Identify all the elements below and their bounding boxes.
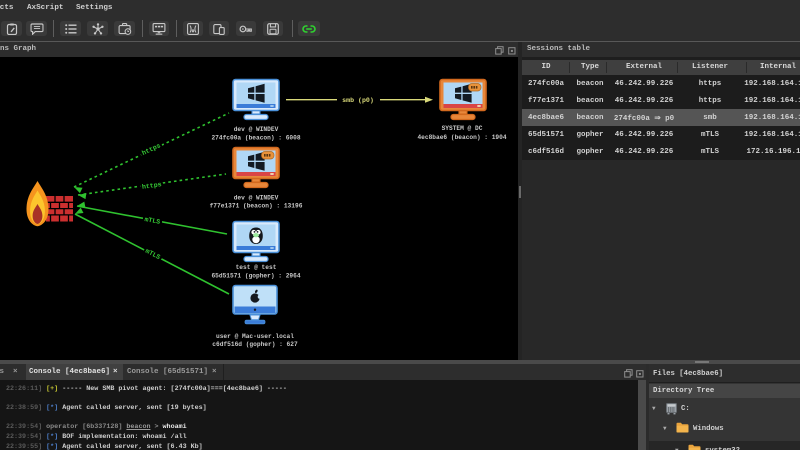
svg-text:dev @ WINDEV: dev @ WINDEV (234, 194, 279, 201)
svg-text:4ec8bae6 (beacon) : 1904: 4ec8bae6 (beacon) : 1904 (417, 134, 506, 141)
svg-text:mTLS: mTLS (144, 216, 161, 226)
svg-text:c6df516d (gopher) : 627: c6df516d (gopher) : 627 (212, 341, 298, 348)
svg-text:https: https (141, 142, 162, 157)
svg-text:SYSTEM @ DC: SYSTEM @ DC (442, 125, 483, 132)
svg-text:smb (p0): smb (p0) (342, 97, 374, 104)
svg-text:mTLS: mTLS (144, 248, 161, 262)
svg-text:f77e1371 (beacon) : 13196: f77e1371 (beacon) : 13196 (210, 203, 303, 210)
svg-text:user @ Mac-user.local: user @ Mac-user.local (216, 333, 294, 340)
svg-text:65d51571 (gopher) : 2964: 65d51571 (gopher) : 2964 (211, 273, 300, 280)
svg-text:https: https (141, 181, 162, 191)
svg-text:dev @ WINDEV: dev @ WINDEV (234, 126, 279, 133)
svg-text:test @ test: test @ test (236, 264, 277, 271)
svg-text:274fc00a (beacon) : 6008: 274fc00a (beacon) : 6008 (211, 135, 300, 142)
